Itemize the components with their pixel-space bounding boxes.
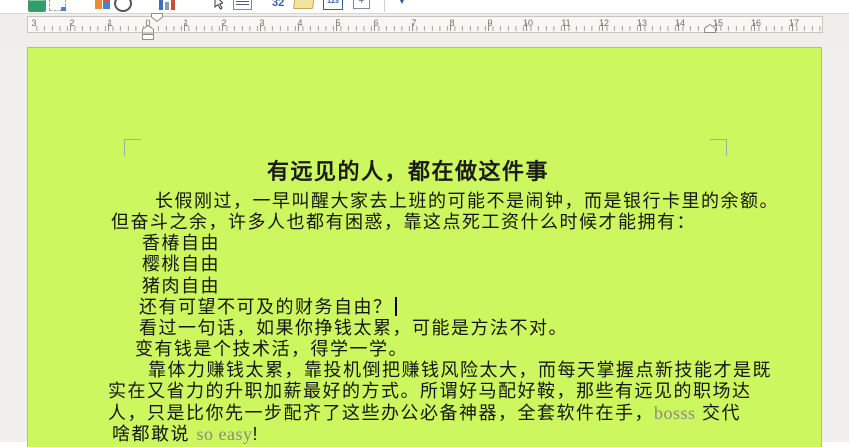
text-segment: 樱桃自由 [142, 254, 220, 275]
folder-icon[interactable] [293, 0, 315, 9]
text-segment: 啥都敢说 [112, 423, 197, 444]
text-segment: 实在又省力的升职加薪最好的方式。所谓好马配好鞍，那些有远见的职场达 [108, 381, 752, 402]
select-objects-icon[interactable] [203, 0, 225, 10]
numbering-icon[interactable]: 123 [323, 0, 343, 10]
latin-text-segment: so easy [196, 423, 253, 444]
body-text-line[interactable]: 看过一句话，如果你挣钱太累，可能是方法不对。 [139, 318, 568, 339]
insert-cells-icon[interactable]: + [353, 0, 370, 9]
hanging-indent-marker[interactable] [142, 25, 154, 40]
more-tools-arrow-icon[interactable]: ▼ [397, 0, 407, 6]
text-lines-icon[interactable] [233, 0, 252, 10]
body-text-line[interactable]: 还有可望不可及的财务自由？ [139, 296, 397, 318]
text-segment: 猪肉自由 [142, 275, 220, 296]
text-segment: 看过一句话，如果你挣钱太累，可能是方法不对。 [139, 317, 568, 338]
body-text-line[interactable]: 实在又省力的升职加薪最好的方式。所谓好马配好鞍，那些有远见的职场达 [108, 381, 752, 402]
body-text-line[interactable]: 人，只是比你先一步配齐了这些办公必备神器，全套软件在手，bosss 交代 [108, 403, 741, 424]
ellipse-shape-icon[interactable] [114, 0, 132, 12]
body-text-line[interactable]: 猪肉自由 [142, 276, 220, 297]
color-scheme-icon[interactable] [95, 0, 110, 9]
body-text-line[interactable]: 长假刚过，一早叫醒大家去上班的可能不是闹钟，而是银行卡里的余额。 [155, 191, 779, 212]
word-count-icon[interactable]: 32 [272, 0, 284, 9]
first-line-indent-marker[interactable] [151, 13, 163, 22]
body-text-line[interactable]: 靠体力赚钱太累，靠投机倒把赚钱风险太大，而每天掌握点新技能才是既 [148, 360, 772, 381]
picture-icon[interactable] [28, 0, 46, 12]
text-segment: 长假刚过，一早叫醒大家去上班的可能不是闹钟，而是银行卡里的余额。 [155, 191, 779, 211]
body-text-line[interactable]: 变有钱是个技术活，得学一学。 [135, 339, 408, 360]
text-segment: 变有钱是个技术活，得学一学。 [135, 339, 408, 360]
body-text-line[interactable]: 啥都敢说 so easy! [112, 424, 259, 445]
text-segment: 但奋斗之余，许多人也都有困惑，靠这点死工资什么时候才能拥有： [111, 212, 696, 233]
text-segment: 人，只是比你先一步配齐了这些办公必备神器，全套软件在手， [108, 402, 654, 423]
text-segment: 交代 [695, 402, 742, 423]
text-segment: ! [252, 423, 260, 444]
ruler-area: 32101234567891011121314151617 [0, 13, 849, 47]
screenshot-icon[interactable] [49, 0, 66, 11]
right-indent-marker[interactable] [704, 24, 716, 33]
text-segment: 香椿自由 [142, 233, 220, 254]
text-cursor [394, 296, 397, 316]
text-segment: 靠体力赚钱太累，靠投机倒把赚钱风险太大，而每天掌握点新技能才是既 [148, 360, 772, 381]
body-text-line[interactable]: 香椿自由 [142, 233, 220, 254]
toolbar: 32 123 + ▼ [0, 0, 849, 14]
body-text-line[interactable]: 樱桃自由 [142, 254, 220, 275]
wps-writer-window: 32 123 + ▼ 32101234567891011121314151617… [0, 0, 849, 447]
document-page[interactable]: 有远见的人，都在做这件事 长假刚过，一早叫醒大家去上班的可能不是闹钟，而是银行卡… [27, 47, 822, 447]
body-text-line[interactable]: 但奋斗之余，许多人也都有困惑，靠这点死工资什么时候才能拥有： [111, 212, 696, 233]
latin-text-segment: bosss [654, 402, 696, 423]
toolbar-separator [384, 0, 385, 12]
column-chart-icon[interactable] [159, 0, 176, 10]
document-title[interactable]: 有远见的人，都在做这件事 [88, 154, 728, 186]
text-segment: 还有可望不可及的财务自由？ [139, 296, 393, 317]
